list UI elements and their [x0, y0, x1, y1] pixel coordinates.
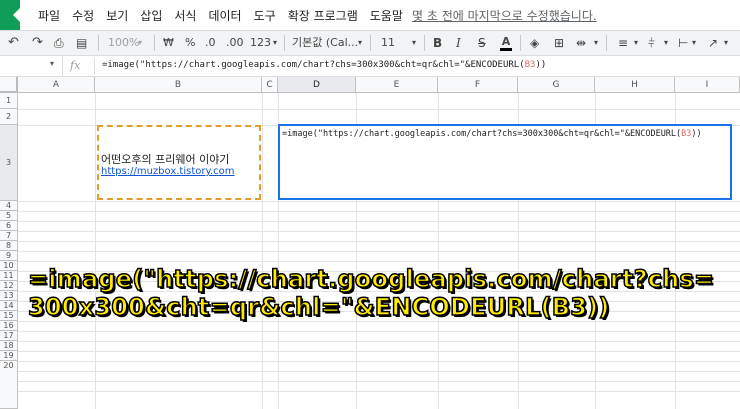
- column-header-e[interactable]: E: [356, 77, 438, 93]
- chevron-down-icon: ▾: [634, 38, 639, 47]
- strikethrough-button[interactable]: S: [478, 35, 486, 51]
- row-header[interactable]: 2: [0, 109, 18, 125]
- align-vertical-icon[interactable]: ⫩: [648, 35, 655, 51]
- align-horizontal-icon[interactable]: ≡: [618, 35, 628, 51]
- row-header[interactable]: 7: [0, 231, 18, 241]
- row-header[interactable]: 11: [0, 271, 18, 281]
- formula-caption-overlay: =image("https://chart.googleapis.com/cha…: [27, 264, 715, 322]
- decrease-decimal-button[interactable]: .0: [205, 35, 216, 51]
- menu-format[interactable]: 서식: [174, 7, 196, 24]
- cell-b3-text: 어떤오후의 프리웨어 이야기: [101, 153, 230, 166]
- chevron-down-icon: ▾: [724, 38, 729, 47]
- column-header-c[interactable]: C: [262, 77, 278, 93]
- row-header[interactable]: 19: [0, 351, 18, 361]
- column-header-d[interactable]: D: [278, 77, 356, 93]
- cell-b3[interactable]: 어떤오후의 프리웨어 이야기 https://muzbox.tistory.co…: [97, 125, 261, 200]
- caption-line-1: =image("https://chart.googleapis.com/cha…: [27, 264, 715, 294]
- merge-cells-icon[interactable]: ⇹: [576, 35, 586, 51]
- row-header[interactable]: 6: [0, 221, 18, 231]
- fill-color-icon[interactable]: ◈: [530, 35, 539, 51]
- undo-icon[interactable]: ↶: [8, 35, 19, 51]
- cell-reference: B3: [681, 129, 692, 139]
- menu-data[interactable]: 데이터: [208, 7, 241, 24]
- menu-tools[interactable]: 도구: [254, 7, 276, 24]
- menu-insert[interactable]: 삽입: [140, 7, 162, 24]
- text-color-button[interactable]: A: [500, 34, 512, 51]
- chevron-down-icon: ▾: [664, 38, 669, 47]
- chevron-down-icon: ▾: [358, 38, 363, 47]
- cell-editor-d3[interactable]: =image("https://chart.googleapis.com/cha…: [278, 124, 732, 200]
- cell-editor-text[interactable]: =image("https://chart.googleapis.com/cha…: [282, 129, 702, 139]
- menu-file[interactable]: 파일: [38, 7, 60, 24]
- print-icon[interactable]: ⎙: [54, 35, 64, 51]
- font-size-select[interactable]: 11: [381, 35, 395, 51]
- column-header-i[interactable]: I: [675, 77, 740, 93]
- row-header[interactable]: 12: [0, 281, 18, 291]
- name-box[interactable]: ▾: [0, 56, 63, 76]
- menu-extensions[interactable]: 확장 프로그램: [288, 7, 358, 24]
- spreadsheet-grid[interactable]: A B C D E F G H I 1 2 3 4 5 6 7 8 9 10 1…: [0, 77, 740, 409]
- row-header[interactable]: 10: [0, 261, 18, 271]
- column-header-b[interactable]: B: [95, 77, 262, 93]
- row-header[interactable]: 15: [0, 311, 18, 321]
- row-header[interactable]: 20: [0, 361, 18, 409]
- row-header[interactable]: 5: [0, 211, 18, 221]
- text-rotation-icon[interactable]: ↗: [708, 35, 718, 51]
- chevron-down-icon: ▾: [138, 38, 143, 47]
- bold-button[interactable]: B: [433, 35, 442, 51]
- caption-line-2: 300x300&cht=qr&chl="&ENCODEURL(B3)): [27, 292, 610, 322]
- italic-button[interactable]: I: [456, 35, 461, 51]
- row-header[interactable]: 18: [0, 341, 18, 351]
- menu-help[interactable]: 도움말: [370, 7, 403, 24]
- column-header-h[interactable]: H: [595, 77, 675, 93]
- toolbar: ↶ ↷ ⎙ ▤ 100% ▾ ₩ % .0 .00 123 ▾ 기본값 (Cal…: [0, 30, 740, 56]
- cell-b3-link[interactable]: https://muzbox.tistory.com: [101, 166, 235, 177]
- font-select[interactable]: 기본값 (Cal...: [292, 35, 358, 51]
- row-header[interactable]: 13: [0, 291, 18, 301]
- row-header[interactable]: 8: [0, 241, 18, 251]
- paint-format-icon[interactable]: ▤: [76, 35, 87, 51]
- cell-reference: B3: [524, 60, 536, 70]
- column-header-f[interactable]: F: [438, 77, 518, 93]
- percent-button[interactable]: %: [185, 35, 195, 51]
- row-header[interactable]: 1: [0, 93, 18, 109]
- column-header-g[interactable]: G: [518, 77, 595, 93]
- menu-view[interactable]: 보기: [106, 7, 128, 24]
- formula-input[interactable]: =image("https://chart.googleapis.com/cha…: [102, 60, 546, 70]
- redo-icon[interactable]: ↷: [32, 35, 43, 51]
- currency-button[interactable]: ₩: [163, 35, 174, 51]
- row-header[interactable]: 3: [0, 125, 18, 201]
- chevron-down-icon: ▾: [273, 38, 278, 47]
- row-header[interactable]: 14: [0, 301, 18, 311]
- formula-bar: ▾ fx =image("https://chart.googleapis.co…: [0, 56, 740, 77]
- text-color-icon: A: [500, 36, 512, 51]
- zoom-select[interactable]: 100%: [108, 35, 139, 51]
- row-header[interactable]: 16: [0, 321, 18, 331]
- more-formats-button[interactable]: 123: [250, 35, 271, 51]
- column-header-a[interactable]: A: [18, 77, 95, 93]
- sheets-logo-icon[interactable]: [0, 0, 20, 30]
- row-header[interactable]: 17: [0, 331, 18, 341]
- row-header[interactable]: 4: [0, 201, 18, 211]
- increase-decimal-button[interactable]: .00: [226, 35, 244, 51]
- select-all-corner[interactable]: [0, 77, 18, 93]
- row-header[interactable]: 9: [0, 251, 18, 261]
- text-wrap-icon[interactable]: ⊢: [678, 35, 688, 51]
- menu-items: 파일 수정 보기 삽입 서식 데이터 도구 확장 프로그램 도움말: [38, 7, 415, 24]
- chevron-down-icon: ▾: [692, 38, 697, 47]
- last-edit-link[interactable]: 몇 초 전에 마지막으로 수정했습니다.: [412, 7, 597, 24]
- chevron-down-icon: ▾: [594, 38, 599, 47]
- menubar: 파일 수정 보기 삽입 서식 데이터 도구 확장 프로그램 도움말 몇 초 전에…: [0, 0, 740, 30]
- chevron-down-icon: ▾: [50, 59, 55, 68]
- menu-edit[interactable]: 수정: [72, 7, 94, 24]
- borders-icon[interactable]: ⊞: [554, 35, 564, 51]
- chevron-down-icon: ▾: [412, 38, 417, 47]
- fx-icon: fx: [70, 59, 81, 72]
